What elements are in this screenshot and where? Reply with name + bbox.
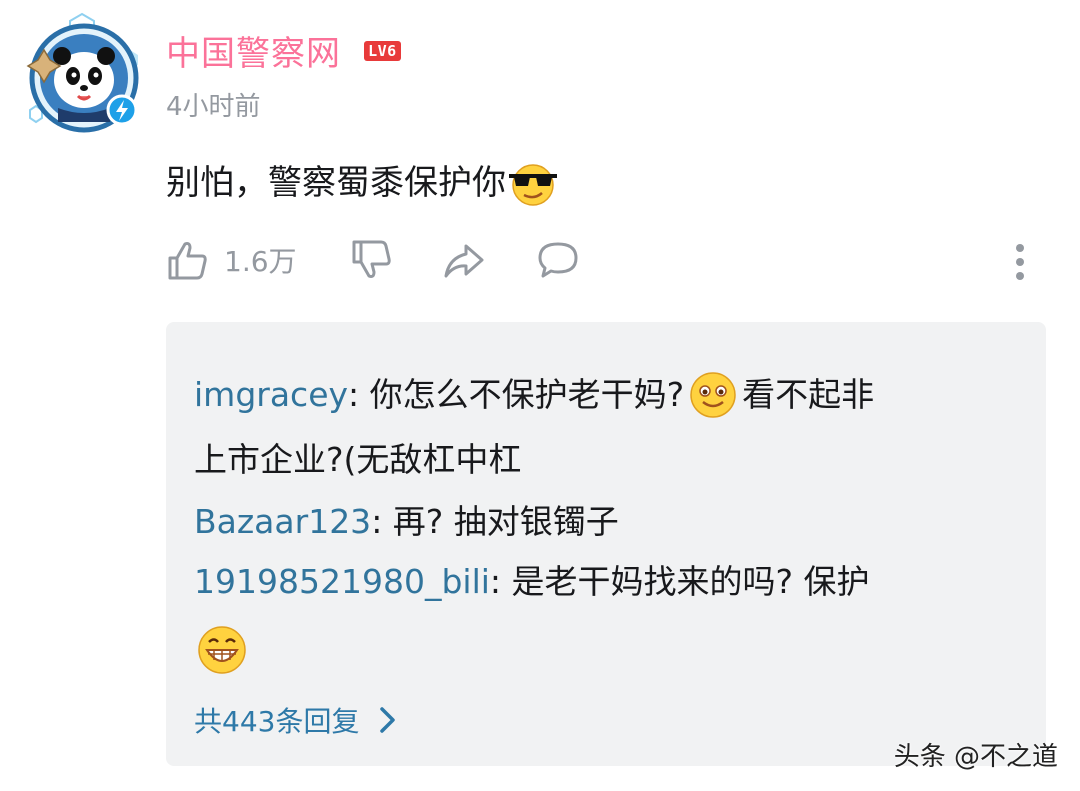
comment-action-bar: 1.6万 <box>166 238 1046 288</box>
reply-text-continued: 看不起非 <box>742 375 875 414</box>
cool-sunglasses-emoji-icon <box>509 164 557 206</box>
comment-timestamp: 4小时前 <box>166 92 261 122</box>
reply-username[interactable]: imgracey <box>194 373 348 417</box>
reply-item: imgracey : 你怎么不保护老干妈? 看不起非 <box>194 370 874 420</box>
comment-header: 中国警察网 LV6 <box>166 26 401 75</box>
thumb-down-icon <box>352 240 391 278</box>
avatar-police-panda-icon <box>26 12 139 133</box>
reply-text: : 你怎么不保护老干妈? <box>348 375 685 414</box>
share-button[interactable] <box>442 238 486 282</box>
reply-item: Bazaar123: 再? 抽对银镯子 <box>194 500 619 544</box>
reply-username[interactable]: 19198521980_bili <box>194 562 490 601</box>
reply-count-label: 共443条回复 <box>194 705 360 738</box>
reply-button[interactable] <box>536 238 580 282</box>
like-button[interactable]: 1.6万 <box>166 238 297 282</box>
comment-body: 别怕，警察蜀黍保护你 <box>166 158 560 208</box>
reply-preview-box[interactable]: imgracey : 你怎么不保护老干妈? 看不起非 上市企业?(无敌杠中杠 B… <box>166 322 1046 766</box>
grin-emoji-icon <box>198 626 246 674</box>
reply-text: : 是老干妈找来的吗? 保护 <box>489 562 870 601</box>
dislike-button[interactable] <box>350 238 394 282</box>
avatar[interactable] <box>18 10 146 138</box>
like-count: 1.6万 <box>224 245 297 278</box>
more-vertical-icon[interactable] <box>1014 242 1026 282</box>
comment-icon <box>538 242 578 278</box>
view-all-replies-link[interactable]: 共443条回复 <box>194 700 399 740</box>
level-badge: LV6 <box>364 40 401 61</box>
reply-text: : 再? 抽对银镯子 <box>371 502 619 541</box>
watermark: 头条 @不之道 <box>893 742 1058 772</box>
reply-item: 19198521980_bili: 是老干妈找来的吗? 保护 <box>194 560 870 604</box>
comment-text: 别怕，警察蜀黍保护你 <box>166 163 506 203</box>
thumb-up-icon <box>168 242 207 280</box>
reply-text-line2: 上市企业?(无敌杠中杠 <box>194 440 522 479</box>
comment-author-name[interactable]: 中国警察网 <box>166 26 341 75</box>
chevron-right-icon <box>380 707 396 733</box>
smile-emoji-icon <box>690 372 736 418</box>
reply-username[interactable]: Bazaar123 <box>194 502 371 541</box>
share-icon <box>444 244 484 278</box>
